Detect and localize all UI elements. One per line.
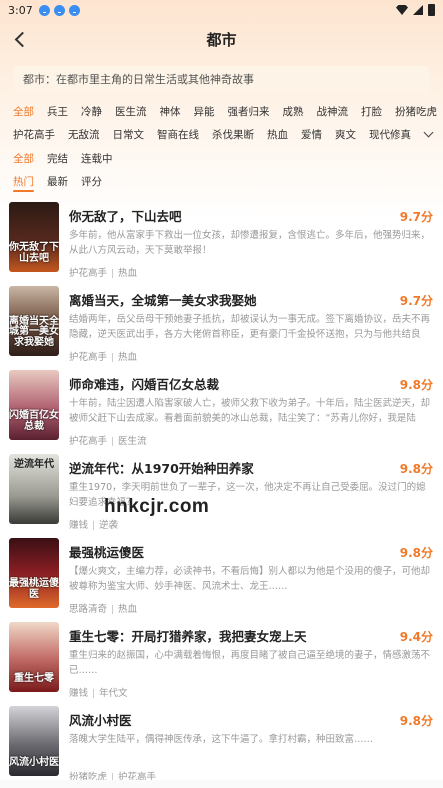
book-cover: 离婚当天全城第一美女求我娶她 [9,286,59,356]
subcategory-item[interactable]: 兵王 [47,104,68,119]
status-time: 3:07 [8,3,33,17]
subcategory-item[interactable]: 神体 [160,104,181,119]
book-score: 9.7分 [399,210,433,224]
subcategory-item[interactable]: 医生流 [115,104,147,119]
subcategory-item[interactable]: 现代修真 [369,127,411,142]
book-tags: 护花高手 热血 [69,352,138,363]
book-title: 你无敌了，下山去吧 [69,209,182,224]
status-filter-ongoing[interactable]: 连载中 [81,151,113,166]
book-tags: 赚钱 逆袭 [69,520,119,531]
status-filter-row: 全部 完结 连载中 [13,148,438,168]
subcategory-item[interactable]: 扮猪吃虎 [395,104,437,119]
book-item[interactable]: 重生七零 重生七零：开局打猎养家，我把妻女宠上天 9.4分 重生归来的赵振国，心… [0,622,443,706]
sort-rating[interactable]: 评分 [81,174,102,189]
download-notification-icon [53,4,65,16]
status-filter-all[interactable]: 全部 [13,151,34,166]
book-item[interactable]: 最强桃运傻医 最强桃运傻医 9.8分 【爆火爽文，主编力荐，必读神书，不看后悔】… [0,538,443,622]
sort-popular[interactable]: 热门 [13,174,34,192]
book-item[interactable]: 闪婚百亿女总裁 师命难违，闪婚百亿女总裁 9.8分 十年前，陆尘因遭人陷害家破人… [0,370,443,454]
subcategory-item[interactable]: 智商在线 [157,127,199,142]
page-header: 都市 [0,20,443,58]
book-cover: 重生七零 [9,622,59,692]
book-tags: 赚钱 年代文 [69,688,128,699]
subcategory-item[interactable]: 冷静 [81,104,102,119]
status-bar: 3:07 [0,0,443,20]
category-description: 都市：在都市里主角的日常生活或其他神奇故事 [13,66,429,92]
subcategory-row-1: 全部 兵王 冷静 医生流 神体 异能 强者归来 成熟 战神流 打脸 扮猪吃虎 [13,101,438,121]
book-item[interactable]: 你无敌了下山去吧 你无敌了，下山去吧 9.7分 多年前，他从富家手下救出一位女孩… [0,202,443,286]
book-score: 9.8分 [399,462,433,476]
subcategory-item[interactable]: 异能 [194,104,215,119]
book-description: 重生归来的赵振国，心中满载着悔恨，再度目睹了被自己逼至绝境的妻子，情感激荡不已…… [69,650,431,676]
book-item[interactable]: 逆流年代 逆流年代：从1970开始种田养家 9.8分 重生1970，李天明前世负… [0,454,443,538]
book-title: 师命难违，闪婚百亿女总裁 [69,377,220,392]
book-cover: 最强桃运傻医 [9,538,59,608]
book-cover: 你无敌了下山去吧 [9,202,59,272]
subcategory-row-2: 护花高手 无敌流 日常文 智商在线 杀伐果断 热血 爱情 爽文 现代修真 [13,124,438,144]
signal-icon [413,5,423,15]
subcategory-item[interactable]: 日常文 [113,127,145,142]
status-filter-complete[interactable]: 完结 [47,151,68,166]
subcategory-item[interactable]: 无敌流 [68,127,100,142]
page-title: 都市 [206,30,237,49]
watermark: hnkcjr.com [104,496,210,517]
subcategory-item[interactable]: 成熟 [283,104,304,119]
download-notification-icon [38,4,50,16]
book-score: 9.4分 [399,630,433,644]
book-item[interactable]: 风流小村医 风流小村医 9.8分 落魄大学生陆平，偶得神医传承，这下牛逼了。拿打… [0,706,443,788]
book-score: 9.8分 [399,378,433,392]
expand-chevron-icon[interactable] [423,127,434,138]
book-description: 多年前，他从富家手下救出一位女孩，却惨遭报复，含恨逃亡。多年后，他强势归来，从此… [69,230,431,256]
sort-latest[interactable]: 最新 [47,174,68,189]
book-score: 9.7分 [399,294,433,308]
subcategory-item[interactable]: 护花高手 [13,127,55,142]
book-cover: 逆流年代 [9,454,59,524]
book-description: 十年前，陆尘因遭人陷害家破人亡，被师父救下收为弟子。十年后，陆尘医武逆天，却被师… [69,398,431,424]
back-arrow-icon [14,31,30,47]
bottom-edge [0,780,443,788]
subcategory-item[interactable]: 爽文 [335,127,356,142]
book-title: 离婚当天，全城第一美女求我娶她 [69,293,257,308]
book-description: 结婚两年，岳父岳母干预她妻子抵抗，却被误认为一事无成。签下离婚协议，岳夫不再隐藏… [69,314,431,340]
subcategory-all[interactable]: 全部 [13,104,34,119]
book-tags: 思路清奇 热血 [69,604,138,615]
subcategory-item[interactable]: 杀伐果断 [212,127,254,142]
subcategory-item[interactable]: 战神流 [317,104,349,119]
book-score: 9.8分 [399,546,433,560]
subcategory-item[interactable]: 打脸 [361,104,382,119]
book-cover: 风流小村医 [9,706,59,776]
download-notification-icon [68,4,80,16]
wifi-icon [396,5,408,15]
book-tags: 护花高手 热血 [69,268,138,279]
book-title: 逆流年代：从1970开始种田养家 [69,461,254,476]
back-button[interactable] [8,26,32,52]
book-cover: 闪婚百亿女总裁 [9,370,59,440]
sort-filter-row: 热门 最新 评分 [13,171,438,192]
book-description: 落魄大学生陆平，偶得神医传承，这下牛逼了。拿打村霸，种田致富…… [69,734,374,745]
book-description: 【爆火爽文，主编力荐，必读神书，不看后悔】别人都以为他是个没用的傻子，可他却被尊… [69,566,431,592]
battery-icon [428,4,435,16]
subcategory-item[interactable]: 强者归来 [228,104,270,119]
book-title: 最强桃运傻医 [69,545,145,560]
book-title: 风流小村医 [69,713,132,728]
book-tags: 护花高手 医生流 [69,436,147,447]
subcategory-item[interactable]: 热血 [267,127,288,142]
book-item[interactable]: 离婚当天全城第一美女求我娶她 离婚当天，全城第一美女求我娶她 9.7分 结婚两年… [0,286,443,370]
book-title: 重生七零：开局打猎养家，我把妻女宠上天 [69,629,307,644]
subcategory-item[interactable]: 爱情 [301,127,322,142]
book-score: 9.8分 [399,714,433,728]
